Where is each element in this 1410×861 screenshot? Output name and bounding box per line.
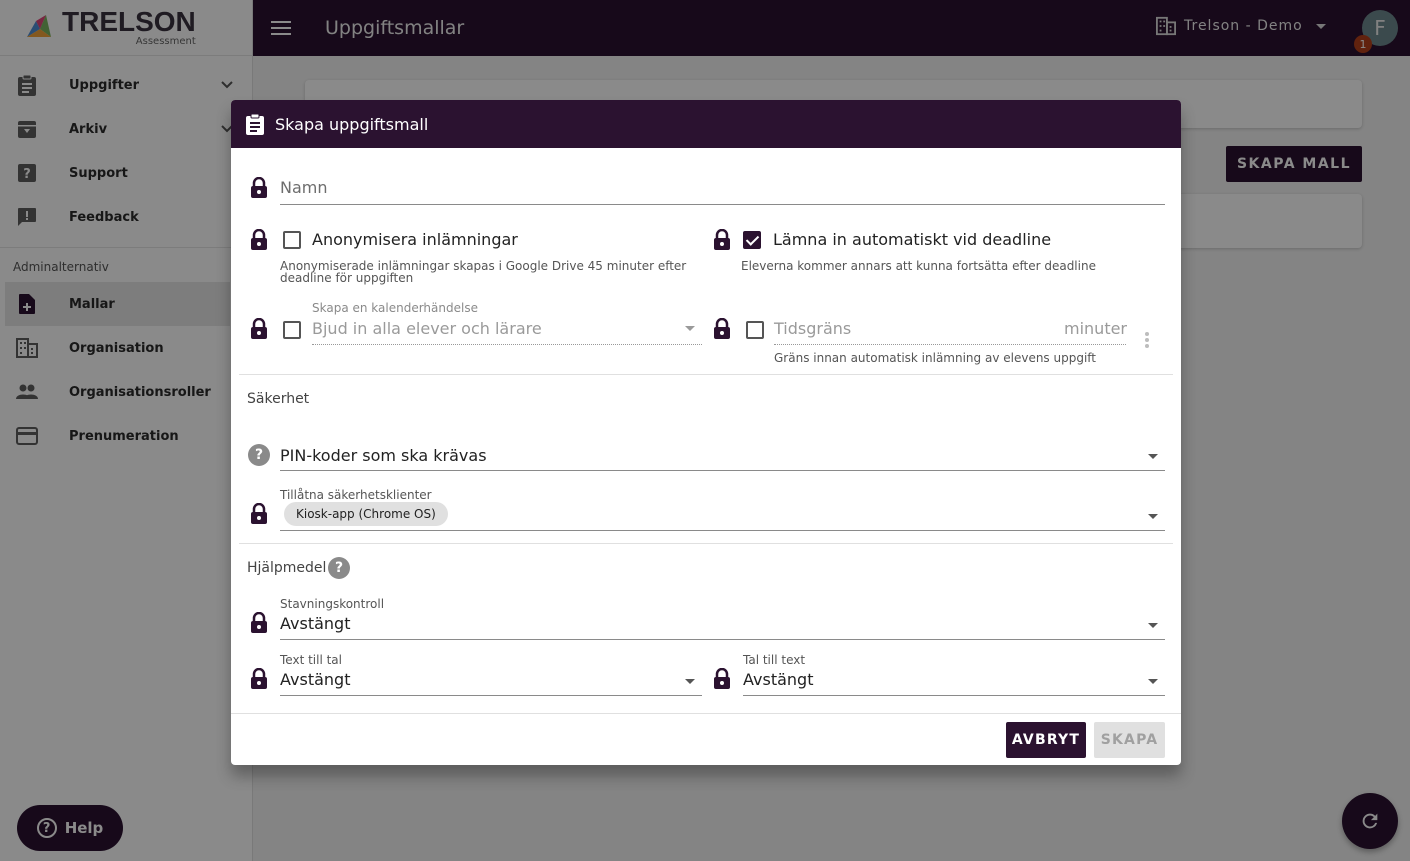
help-circle-icon[interactable]: ?	[328, 557, 350, 579]
aids-section-title: Hjälpmedel	[247, 560, 327, 576]
speech-to-text-label: Tal till text	[743, 653, 806, 667]
name-input[interactable]: Namn	[280, 178, 328, 197]
divider	[239, 374, 1173, 375]
caret-down-icon	[1148, 679, 1158, 684]
calendar-event-select[interactable]: Bjud in alla elever och lärare	[312, 319, 542, 338]
speech-to-text-underline	[743, 695, 1165, 696]
security-clients-underline	[280, 530, 1165, 531]
more-options-icon[interactable]	[1145, 332, 1149, 350]
calendar-event-underline	[312, 344, 702, 345]
lock-icon[interactable]	[712, 318, 732, 340]
caret-down-icon	[1148, 623, 1158, 628]
dialog-header: Skapa uppgiftsmall	[231, 100, 1181, 148]
caret-down-icon	[685, 679, 695, 684]
dialog-title: Skapa uppgiftsmall	[275, 114, 429, 134]
clipboard-icon	[245, 113, 265, 135]
lock-icon[interactable]	[249, 612, 269, 634]
create-button[interactable]: SKAPA	[1094, 722, 1165, 758]
anonymize-checkbox[interactable]	[283, 231, 301, 249]
create-template-dialog: Skapa uppgiftsmall Namn Anonymisera inlä…	[231, 100, 1181, 765]
text-to-speech-underline	[280, 695, 702, 696]
lock-icon[interactable]	[712, 668, 732, 690]
calendar-event-label: Skapa en kalenderhändelse	[312, 301, 478, 315]
pin-codes-select[interactable]: PIN-koder som ska krävas	[280, 446, 487, 465]
pin-codes-underline	[280, 470, 1165, 471]
lock-icon[interactable]	[249, 503, 269, 525]
dialog-footer: AVBRYT SKAPA	[231, 713, 1181, 765]
caret-down-icon	[1148, 454, 1158, 459]
calendar-event-checkbox[interactable]	[283, 321, 301, 339]
lock-icon[interactable]	[249, 318, 269, 340]
divider	[239, 543, 1173, 544]
lock-icon[interactable]	[712, 229, 732, 251]
name-input-underline	[280, 204, 1165, 205]
auto-submit-checkbox[interactable]	[743, 231, 761, 249]
time-limit-input[interactable]: Tidsgräns	[774, 319, 851, 338]
lock-icon[interactable]	[249, 229, 269, 251]
cancel-button[interactable]: AVBRYT	[1006, 722, 1086, 758]
spellcheck-underline	[280, 639, 1165, 640]
spellcheck-label: Stavningskontroll	[280, 597, 385, 611]
anonymize-label: Anonymisera inlämningar	[312, 230, 518, 249]
security-clients-label: Tillåtna säkerhetsklienter	[280, 488, 432, 502]
lock-icon[interactable]	[249, 177, 269, 199]
auto-submit-label: Lämna in automatiskt vid deadline	[773, 230, 1052, 249]
caret-down-icon	[685, 326, 695, 331]
speech-to-text-select[interactable]: Avstängt	[743, 670, 813, 689]
spellcheck-select[interactable]: Avstängt	[280, 614, 350, 633]
auto-submit-hint: Eleverna kommer annars att kunna fortsät…	[741, 259, 1096, 273]
security-client-chip[interactable]: Kiosk-app (Chrome OS)	[284, 502, 448, 526]
dialog-body: Namn Anonymisera inlämningar Anonymisera…	[231, 148, 1181, 713]
time-limit-hint: Gräns innan automatisk inlämning av elev…	[774, 351, 1097, 365]
anonymize-hint: Anonymiserade inlämningar skapas i Googl…	[280, 259, 687, 285]
time-limit-suffix: minuter	[1064, 319, 1128, 338]
caret-down-icon	[1148, 514, 1158, 519]
text-to-speech-select[interactable]: Avstängt	[280, 670, 350, 689]
text-to-speech-label: Text till tal	[280, 653, 342, 667]
lock-icon[interactable]	[249, 668, 269, 690]
help-circle-icon[interactable]: ?	[248, 444, 270, 466]
security-section-title: Säkerhet	[247, 391, 310, 407]
time-limit-underline	[774, 344, 1126, 345]
time-limit-checkbox[interactable]	[746, 321, 764, 339]
